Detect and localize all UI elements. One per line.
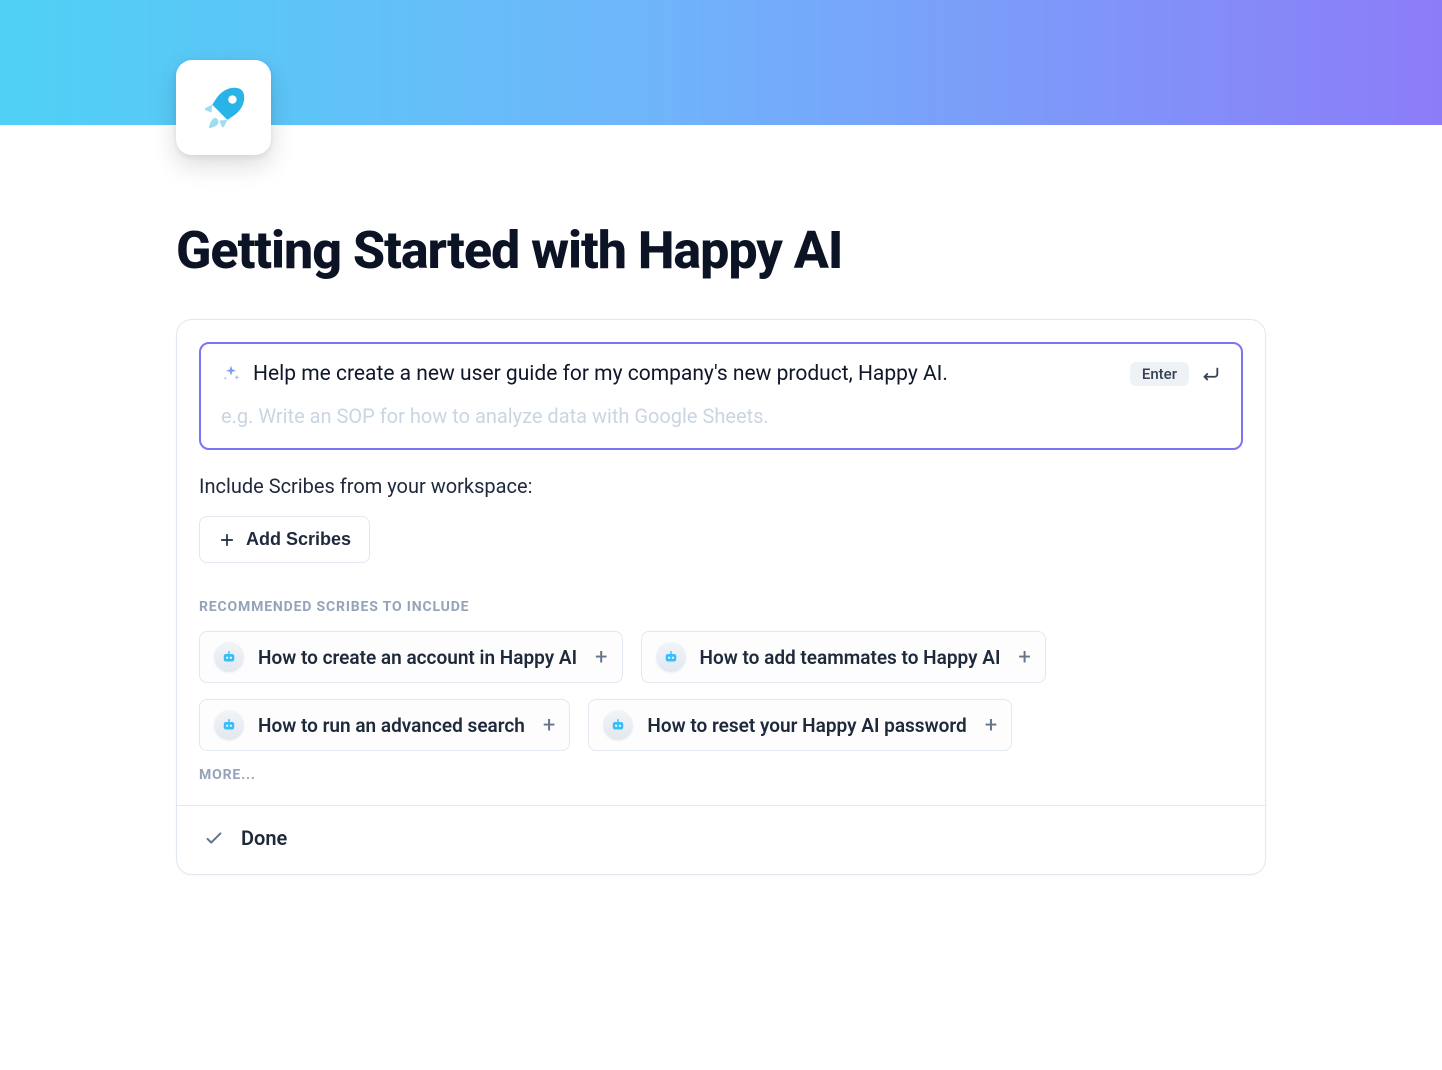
check-icon [203, 827, 225, 849]
robot-icon [214, 710, 244, 740]
scribe-chip-label: How to add teammates to Happy AI [700, 646, 1001, 669]
robot-icon [656, 642, 686, 672]
plus-icon: + [543, 713, 555, 738]
scribe-chip-label: How to create an account in Happy AI [258, 646, 577, 669]
done-label: Done [241, 826, 287, 850]
robot-icon [603, 710, 633, 740]
recommended-heading: RECOMMENDED SCRIBES TO INCLUDE [199, 599, 1243, 615]
done-row[interactable]: Done [177, 805, 1265, 874]
scribe-chip-label: How to run an advanced search [258, 714, 525, 737]
enter-arrow-icon [1199, 363, 1221, 385]
add-scribes-button[interactable]: Add Scribes [199, 516, 370, 563]
sparkle-icon [221, 364, 241, 384]
robot-icon [214, 642, 244, 672]
plus-icon: + [595, 645, 607, 670]
add-scribes-label: Add Scribes [246, 529, 351, 550]
recommended-scribe-chip[interactable]: How to add teammates to Happy AI + [641, 631, 1046, 683]
prompt-input[interactable]: Help me create a new user guide for my c… [199, 342, 1243, 450]
recommended-scribe-chip[interactable]: How to reset your Happy AI password + [588, 699, 1012, 751]
plus-icon: + [1018, 645, 1030, 670]
prompt-text-value: Help me create a new user guide for my c… [253, 362, 1118, 386]
recommended-scribe-chip[interactable]: How to create an account in Happy AI + [199, 631, 623, 683]
rocket-icon [197, 81, 251, 135]
recommended-scribe-chip[interactable]: How to run an advanced search + [199, 699, 570, 751]
page-title: Getting Started with Happy AI [176, 125, 1266, 281]
prompt-placeholder-text: e.g. Write an SOP for how to analyze dat… [221, 404, 1221, 428]
plus-icon [218, 531, 236, 549]
page-icon-tile [176, 60, 271, 155]
scribe-chip-label: How to reset your Happy AI password [647, 714, 966, 737]
more-link[interactable]: MORE... [199, 767, 1243, 783]
include-label: Include Scribes from your workspace: [199, 474, 1243, 498]
main-card: Help me create a new user guide for my c… [176, 319, 1266, 875]
enter-key-hint[interactable]: Enter [1130, 362, 1189, 386]
plus-icon: + [985, 713, 997, 738]
